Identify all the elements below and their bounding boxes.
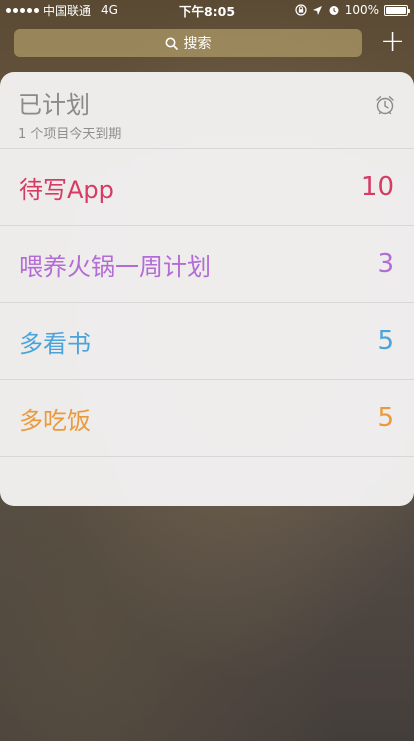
network-type-label: 4G [101,3,118,17]
add-widget-button[interactable]: + [380,27,405,57]
status-left: 中国联通 4G [6,2,295,19]
orientation-lock-icon [295,4,307,16]
alarm-status-icon [329,6,339,15]
reminders-widget: 已计划 1 个项目今天到期 待写App 10 喂养火锅一周计划 3 多看书 5 … [0,72,414,506]
list-row-1[interactable]: 喂养火锅一周计划 3 [0,225,414,302]
battery-percent: 100% [344,3,379,17]
list-count: 10 [360,172,394,202]
list-name: 待写App [19,175,114,204]
list-row-2[interactable]: 多看书 5 [0,302,414,379]
list-count: 5 [377,403,394,433]
widget-subtitle: 1 个项目今天到期 [18,127,122,142]
widget-title: 已计划 [18,91,90,119]
search-placeholder: 搜索 [183,36,212,52]
search-bar[interactable]: 搜索 [14,29,362,57]
status-right: 100% [295,3,410,17]
alarm-clock-icon [376,96,394,115]
list-count: 5 [377,326,394,356]
location-arrow-icon [312,5,322,15]
list-row-empty [0,456,414,506]
carrier-label: 中国联通 [43,3,92,18]
list-count: 3 [377,249,394,279]
list-row-0[interactable]: 待写App 10 [0,148,414,225]
list-name: 多吃饭 [19,406,91,435]
list-name: 多看书 [19,329,91,358]
signal-strength-icon [6,7,39,13]
widget-header: 已计划 1 个项目今天到期 [0,72,414,148]
battery-icon [384,4,410,16]
status-bar: 中国联通 4G 下午8:05 100% [0,0,414,20]
list-name: 喂养火锅一周计划 [19,252,211,281]
search-icon [165,37,178,50]
list-row-3[interactable]: 多吃饭 5 [0,379,414,456]
